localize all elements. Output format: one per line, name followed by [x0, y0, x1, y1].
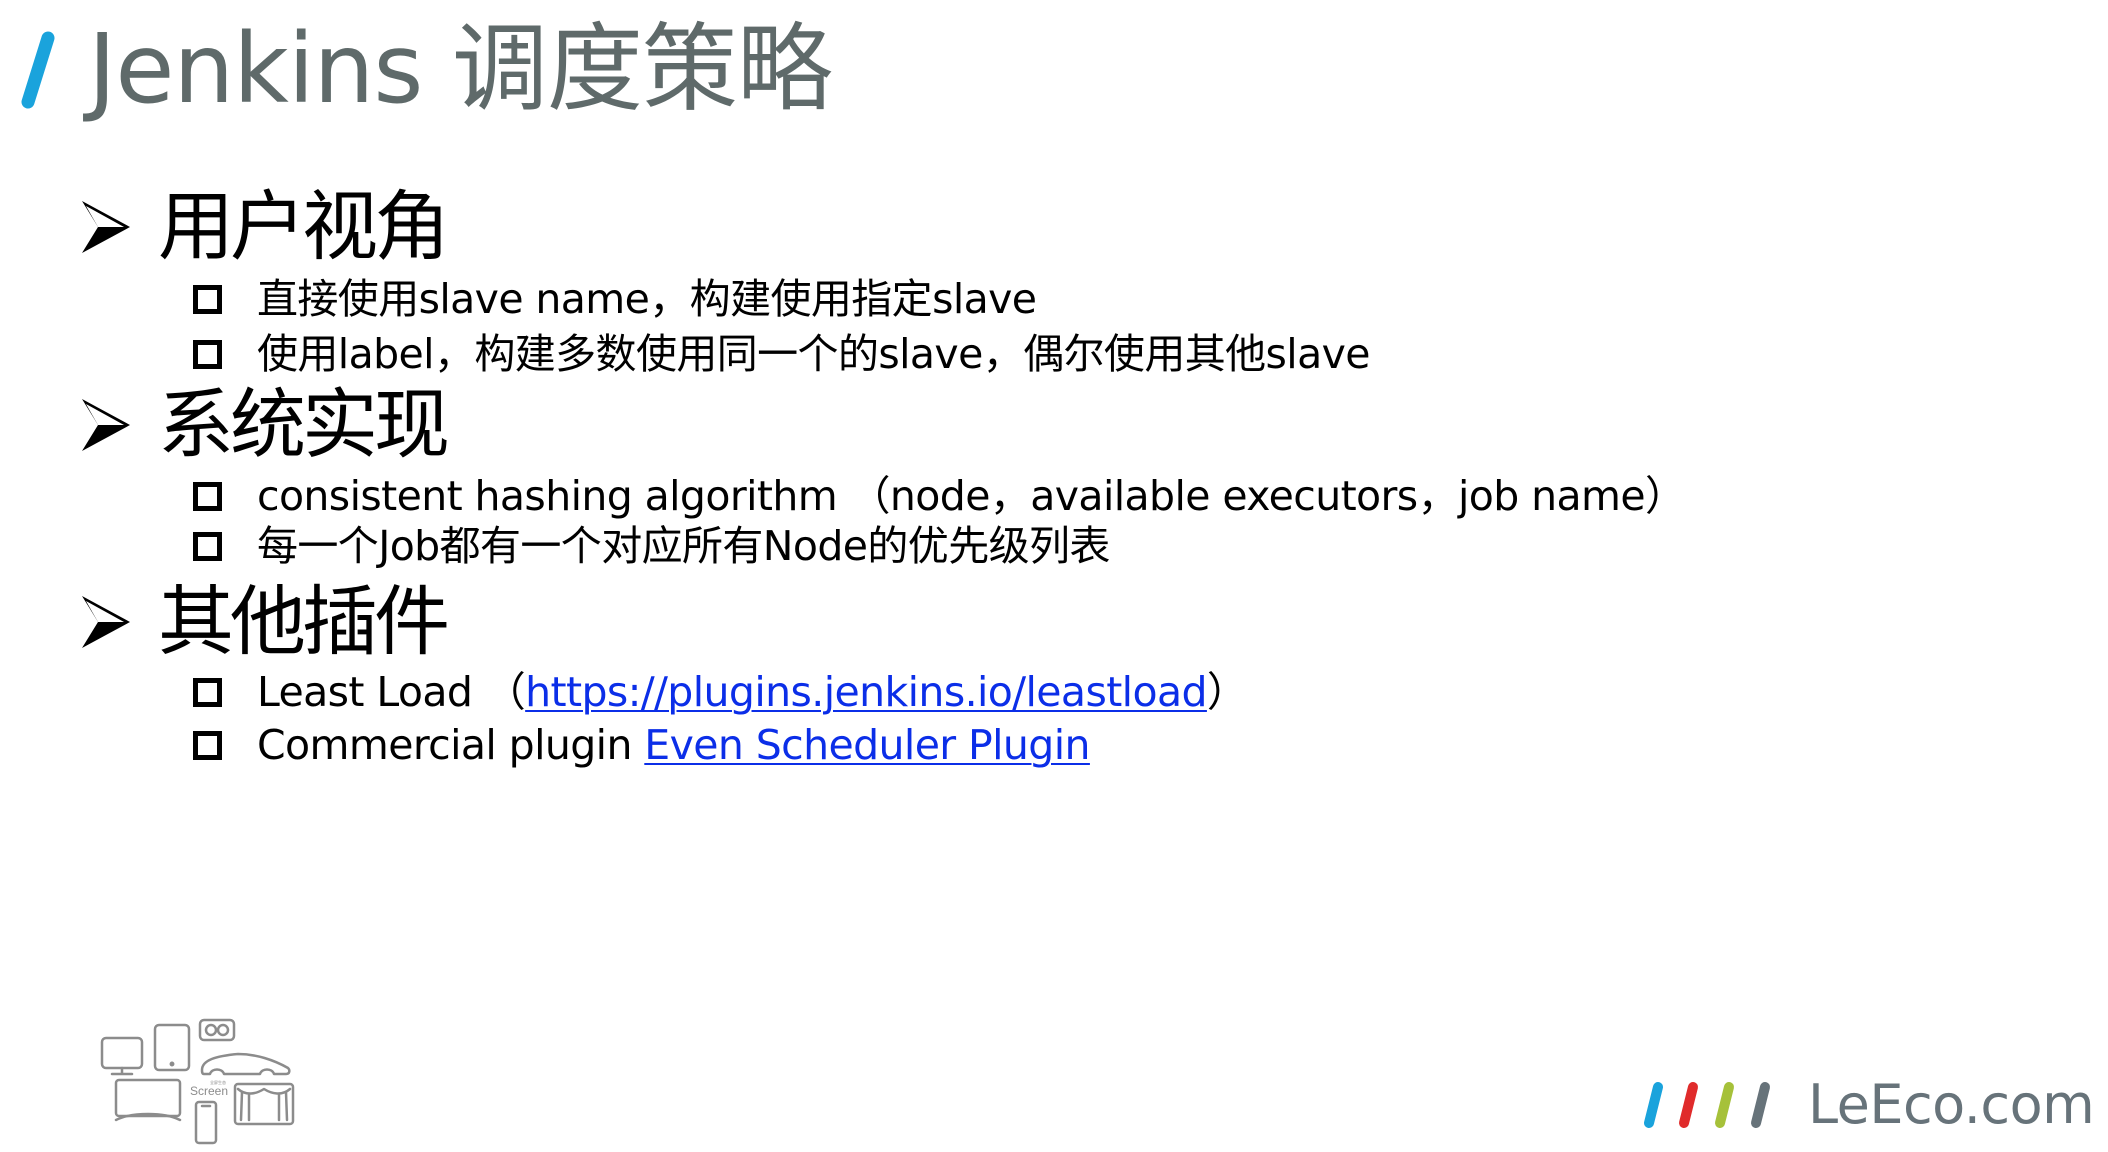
tv-icon: [114, 1078, 182, 1122]
car-icon: [200, 1052, 291, 1076]
list-item: Commercial plugin Even Scheduler Plugin: [193, 719, 1091, 771]
section-heading-text: 用户视角: [158, 182, 450, 271]
screen-caption-small: 全屏生态: [210, 1079, 226, 1085]
section-heading-user-view: 用户视角: [80, 182, 450, 272]
closing-paren: ）: [1206, 668, 1248, 716]
device-icons-logo: Screen 全屏生态: [100, 1018, 295, 1145]
list-item-text: 使用label，构建多数使用同一个的slave，偶尔使用其他slave: [257, 330, 1370, 378]
tablet-icon: [153, 1023, 191, 1072]
list-item: 每一个Job都有一个对应所有Node的优先级列表: [193, 520, 1110, 572]
square-bullet-icon: [193, 677, 222, 707]
least-load-link[interactable]: https://plugins.jenkins.io/leastload: [525, 668, 1207, 716]
square-bullet-icon: [193, 339, 222, 369]
list-item-text: consistent hashing algorithm （node，avail…: [257, 472, 1686, 520]
section-heading-other-plugins: 其他插件: [80, 577, 450, 667]
square-bullet-icon: [193, 730, 222, 760]
leeco-logo: LeEco.com: [1640, 1078, 2095, 1132]
section-heading-system-implementation: 系统实现: [80, 380, 450, 470]
list-item: consistent hashing algorithm （node，avail…: [193, 470, 1686, 522]
even-scheduler-plugin-link[interactable]: Even Scheduler Plugin: [644, 721, 1090, 769]
list-item: Least Load （https://plugins.jenkins.io/l…: [193, 666, 1248, 718]
brand-name: LeEco.com: [1808, 1073, 2095, 1136]
arrow-bullet-icon: [82, 596, 130, 648]
list-item-text: Commercial plugin Even Scheduler Plugin: [257, 719, 1091, 771]
section-heading-text: 系统实现: [158, 380, 450, 469]
list-item-text: Least Load （https://plugins.jenkins.io/l…: [257, 666, 1248, 718]
square-bullet-icon: [193, 284, 222, 314]
brand-slashes-icon: [1644, 1082, 1770, 1128]
list-item: 直接使用slave name，构建使用指定slave: [193, 273, 1037, 325]
list-item-text: 每一个Job都有一个对应所有Node的优先级列表: [257, 522, 1110, 570]
phone-icon: [194, 1100, 218, 1145]
title-accent-slash-icon: [21, 31, 55, 109]
slide-title: Jenkins 调度策略: [88, 13, 833, 125]
theater-icon: [233, 1082, 295, 1126]
arrow-bullet-icon: [82, 399, 130, 451]
monitor-icon: [100, 1036, 144, 1076]
square-bullet-icon: [193, 531, 222, 561]
square-bullet-icon: [193, 481, 222, 511]
screen-caption: Screen: [190, 1084, 228, 1098]
list-item: 使用label，构建多数使用同一个的slave，偶尔使用其他slave: [193, 328, 1370, 380]
list-item-text: 直接使用slave name，构建使用指定slave: [257, 275, 1037, 323]
commercial-plugin-label: Commercial plugin: [257, 721, 645, 769]
section-heading-text: 其他插件: [158, 577, 450, 666]
arrow-bullet-icon: [82, 201, 130, 253]
vr-goggles-icon: [198, 1018, 236, 1042]
least-load-label: Least Load （: [257, 668, 526, 716]
